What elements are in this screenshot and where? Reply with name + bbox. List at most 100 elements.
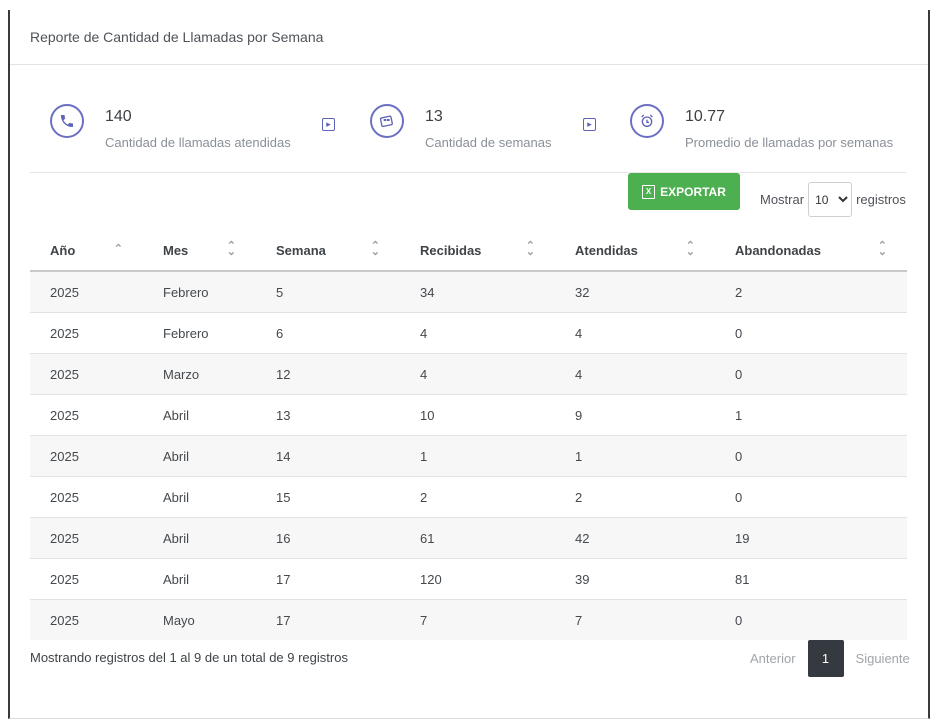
cell-month: Febrero [143,271,256,313]
separator-icon: ▸ [322,118,335,131]
previous-page-link[interactable]: Anterior [740,640,806,677]
cell-week: 14 [256,435,400,477]
cell-abandoned: 0 [715,599,907,640]
page-length-control: Mostrar 10 registros [760,182,906,217]
cell-year: 2025 [30,353,143,395]
cell-year: 2025 [30,271,143,313]
cell-received: 61 [400,517,555,559]
table-row: 2025 Febrero 6 4 4 0 [30,312,907,354]
stat-label: Cantidad de semanas [425,135,552,150]
current-page-button[interactable]: 1 [807,640,844,677]
stats-bar: 140 Cantidad de llamadas atendidas ▸ 13 … [30,100,906,173]
cell-month: Abril [143,517,256,559]
cell-year: 2025 [30,476,143,518]
sort-icon: ⌃ ⌄ [226,240,236,258]
cell-abandoned: 2 [715,271,907,313]
cell-answered: 4 [555,312,715,354]
cell-received: 10 [400,394,555,436]
cell-abandoned: 1 [715,394,907,436]
cell-answered: 9 [555,394,715,436]
cell-received: 120 [400,558,555,600]
page-size-select[interactable]: 10 [808,182,853,217]
sort-icon: ⌃ ⌄ [370,240,380,258]
cell-week: 15 [256,476,400,518]
report-card: Reporte de Cantidad de Llamadas por Sema… [8,10,930,719]
show-label: Mostrar [760,192,805,207]
cell-month: Marzo [143,353,256,395]
sort-icon: ⌃ ⌄ [525,240,535,258]
cell-year: 2025 [30,394,143,436]
column-header-year[interactable]: Año ⌃ [30,231,143,272]
cell-abandoned: 0 [715,312,907,354]
cell-month: Mayo [143,599,256,640]
cell-week: 12 [256,353,400,395]
cell-week: 6 [256,312,400,354]
cell-answered: 32 [555,271,715,313]
cell-week: 5 [256,271,400,313]
next-page-link[interactable]: Siguiente [846,640,920,677]
export-button[interactable]: X EXPORTAR [628,173,740,210]
stat-value: 10.77 [685,108,726,125]
cell-abandoned: 0 [715,353,907,395]
alarm-clock-icon [630,104,664,138]
records-label: registros [856,192,906,207]
cell-abandoned: 0 [715,476,907,518]
cell-answered: 42 [555,517,715,559]
separator-icon: ▸ [583,118,596,131]
cell-answered: 1 [555,435,715,477]
sort-icon: ⌃ ⌄ [877,240,887,258]
column-header-received[interactable]: Recibidas ⌃ ⌄ [400,231,555,272]
cell-month: Febrero [143,312,256,354]
cell-month: Abril [143,476,256,518]
column-header-week[interactable]: Semana ⌃ ⌄ [256,231,400,272]
page-title: Reporte de Cantidad de Llamadas por Sema… [30,29,324,45]
cell-received: 2 [400,476,555,518]
table-row: 2025 Abril 16 61 42 19 [30,517,907,559]
table-row: 2025 Abril 17 120 39 81 [30,558,907,600]
excel-icon: X [642,184,656,199]
cell-abandoned: 0 [715,435,907,477]
cell-received: 1 [400,435,555,477]
table-header-row: Año ⌃ Mes ⌃ ⌄ Semana ⌃ ⌄ Recibidas ⌃ ⌄ Atendida… [30,231,907,272]
column-header-month[interactable]: Mes ⌃ ⌄ [143,231,256,272]
cell-answered: 4 [555,353,715,395]
cell-received: 4 [400,312,555,354]
cell-month: Abril [143,394,256,436]
phone-icon [50,104,84,138]
table-row: 2025 Abril 14 1 1 0 [30,435,907,477]
cell-received: 7 [400,599,555,640]
cell-year: 2025 [30,312,143,354]
table-row: 2025 Mayo 17 7 7 0 [30,599,907,640]
cell-answered: 7 [555,599,715,640]
cell-received: 34 [400,271,555,313]
table-row: 2025 Marzo 12 4 4 0 [30,353,907,395]
cell-month: Abril [143,558,256,600]
table-info: Mostrando registros del 1 al 9 de un tot… [30,650,348,665]
cell-answered: 2 [555,476,715,518]
cell-abandoned: 19 [715,517,907,559]
cell-week: 16 [256,517,400,559]
stat-value: 140 [105,108,132,125]
cell-received: 4 [400,353,555,395]
column-header-abandoned[interactable]: Abandonadas ⌃ ⌄ [715,231,907,272]
table-row: 2025 Abril 13 10 9 1 [30,394,907,436]
table-row: 2025 Abril 15 2 2 0 [30,476,907,518]
cell-abandoned: 81 [715,558,907,600]
sort-icon: ⌃ ⌄ [685,240,695,258]
stat-label: Promedio de llamadas por semanas [685,135,894,150]
table-row: 2025 Febrero 5 34 32 2 [30,271,907,313]
sort-asc-icon: ⌃ [113,243,123,255]
cell-week: 17 [256,599,400,640]
cell-year: 2025 [30,517,143,559]
cell-answered: 39 [555,558,715,600]
cell-year: 2025 [30,599,143,640]
calls-table: Año ⌃ Mes ⌃ ⌄ Semana ⌃ ⌄ Recibidas ⌃ ⌄ Atendida… [30,231,907,640]
card-header: Reporte de Cantidad de Llamadas por Sema… [10,10,928,65]
stat-value: 13 [425,108,443,125]
calendar-icon [370,104,404,138]
stat-label: Cantidad de llamadas atendidas [105,135,291,150]
export-label: EXPORTAR [660,184,726,199]
cell-week: 13 [256,394,400,436]
cell-year: 2025 [30,558,143,600]
column-header-answered[interactable]: Atendidas ⌃ ⌄ [555,231,715,272]
